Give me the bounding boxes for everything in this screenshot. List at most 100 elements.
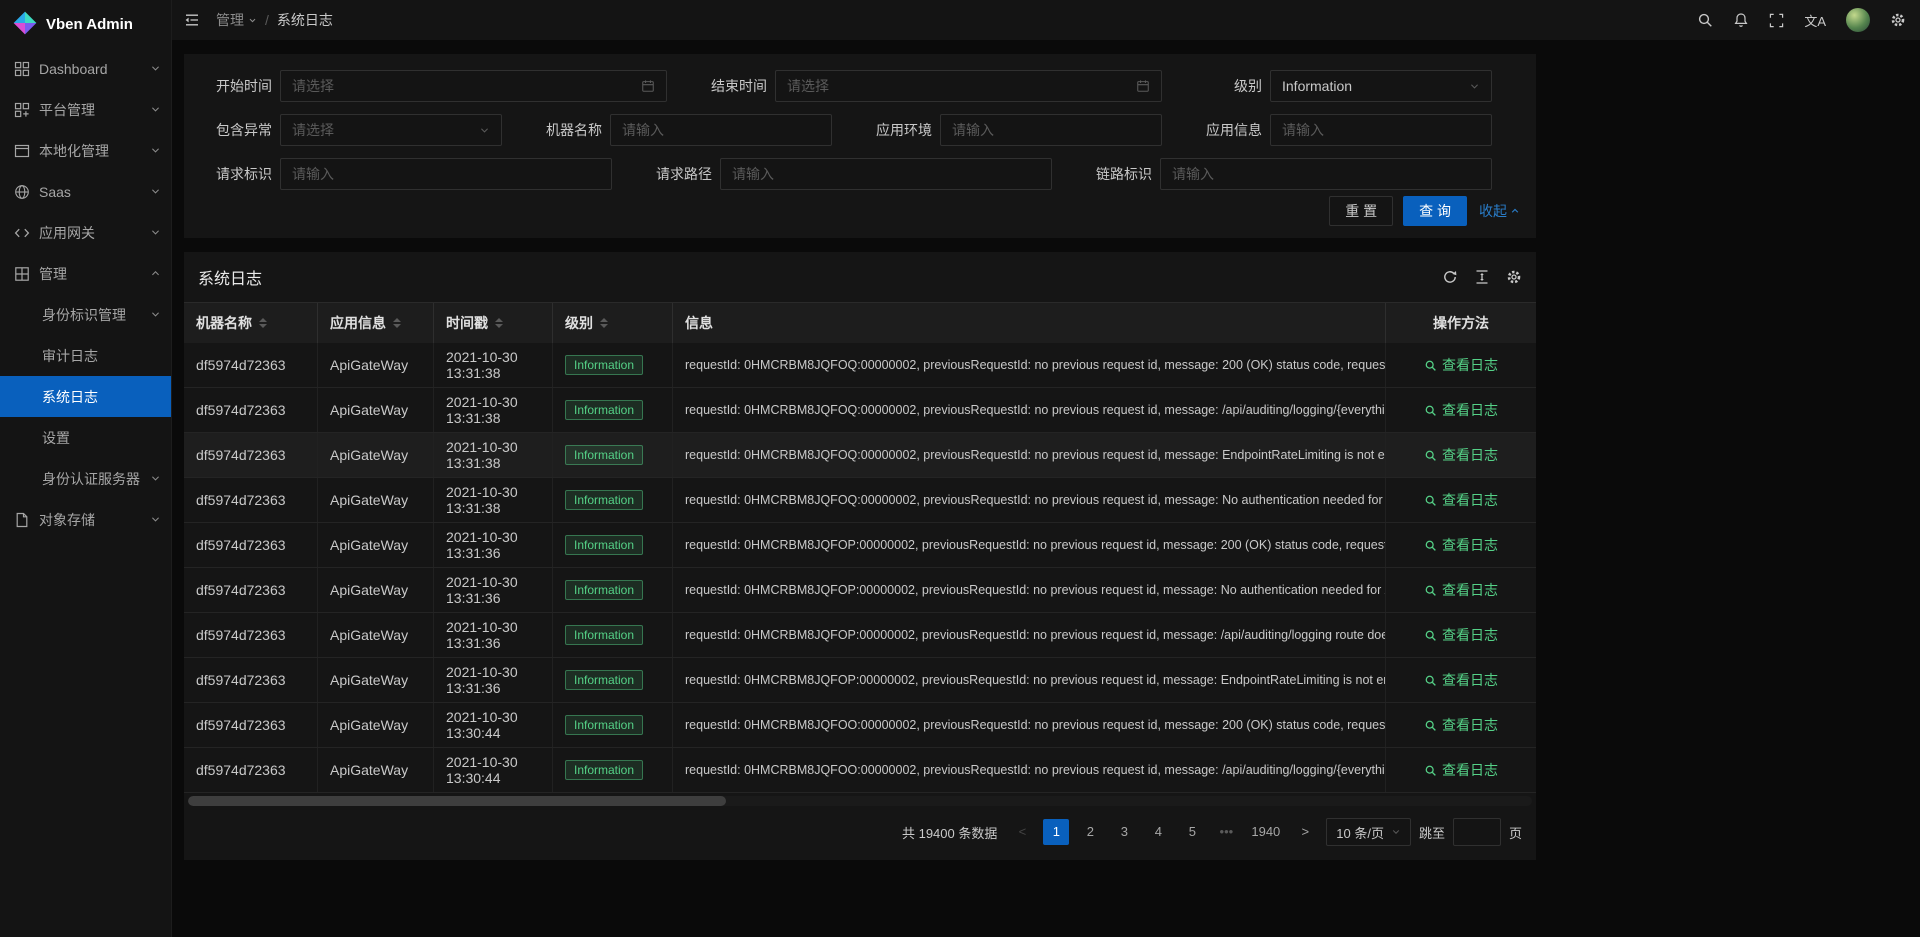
sidebar-item-label: 审计日志: [42, 346, 161, 366]
table-row: df5974d72363ApiGateWay2021-10-30 13:30:4…: [184, 703, 1536, 748]
app-info-input[interactable]: [1270, 114, 1492, 146]
view-log-link[interactable]: 查看日志: [1424, 715, 1498, 735]
collapse-link[interactable]: 收起: [1479, 201, 1520, 221]
query-button[interactable]: 查 询: [1403, 196, 1467, 226]
table-row: df5974d72363ApiGateWay2021-10-30 13:31:3…: [184, 478, 1536, 523]
view-log-link[interactable]: 查看日志: [1424, 760, 1498, 780]
column-header-machine[interactable]: 机器名称: [184, 303, 318, 343]
view-log-link[interactable]: 查看日志: [1424, 400, 1498, 420]
request-id-input[interactable]: [280, 158, 612, 190]
view-log-link[interactable]: 查看日志: [1424, 355, 1498, 375]
level-select[interactable]: Information: [1270, 70, 1492, 102]
sidebar: Vben Admin Dashboard平台管理本地化管理Saas应用网关管理身…: [0, 0, 172, 937]
cell-timestamp: 2021-10-30 13:31:38: [434, 433, 553, 477]
sidebar-item-localization[interactable]: 本地化管理: [0, 130, 171, 171]
filter-field-app-info: 应用信息: [1190, 114, 1520, 146]
scrollbar-thumb[interactable]: [188, 796, 726, 806]
cell-message: requestId: 0HMCRBM8JQFOP:00000002, previ…: [673, 568, 1386, 612]
calendar-icon: [641, 79, 655, 93]
view-log-link[interactable]: 查看日志: [1424, 670, 1498, 690]
page-button-4[interactable]: 4: [1145, 819, 1171, 845]
start-time-picker[interactable]: 请选择: [280, 70, 667, 102]
header-actions: 文A: [1697, 8, 1906, 32]
column-settings-gear-icon[interactable]: [1506, 269, 1522, 285]
menu-fold-icon[interactable]: [184, 12, 200, 28]
jump-page-input[interactable]: [1453, 818, 1501, 846]
pagination: 共 19400 条数据 < 12345 ••• 1940 > 10 条/页 跳至…: [184, 806, 1536, 850]
trace-id-input[interactable]: [1160, 158, 1492, 190]
cell-app-info: ApiGateWay: [318, 478, 434, 522]
search-icon[interactable]: [1697, 12, 1713, 28]
machine-name-input[interactable]: [610, 114, 832, 146]
level-badge: Information: [565, 715, 643, 735]
view-log-link[interactable]: 查看日志: [1424, 535, 1498, 555]
gear-icon[interactable]: [1890, 12, 1906, 28]
level-badge: Information: [565, 490, 643, 510]
cell-app-info: ApiGateWay: [318, 433, 434, 477]
cell-app-info: ApiGateWay: [318, 568, 434, 612]
sidebar-item-label: 身份认证服务器: [42, 469, 150, 489]
sidebar-item-object-storage[interactable]: 对象存储: [0, 499, 171, 540]
sidebar-item-platform[interactable]: 平台管理: [0, 89, 171, 130]
chevron-down-icon: [150, 186, 161, 197]
column-header-message: 信息: [673, 303, 1386, 343]
sidebar-item-audit-log[interactable]: 审计日志: [0, 335, 171, 376]
breadcrumb-section[interactable]: 管理: [216, 10, 257, 30]
cell-level: Information: [553, 523, 673, 567]
filter-field-level: 级别 Information: [1190, 70, 1520, 102]
sidebar-item-admin[interactable]: 管理: [0, 253, 171, 294]
level-badge: Information: [565, 400, 643, 420]
cell-actions: 查看日志: [1386, 343, 1536, 387]
table-row: df5974d72363ApiGateWay2021-10-30 13:31:3…: [184, 613, 1536, 658]
gateway-icon: [14, 225, 30, 241]
saas-icon: [14, 184, 30, 200]
filter-field-end-time: 结束时间 请选择: [695, 70, 1190, 102]
page-button-2[interactable]: 2: [1077, 819, 1103, 845]
sidebar-item-identity[interactable]: 身份标识管理: [0, 294, 171, 335]
app-logo[interactable]: Vben Admin: [0, 0, 171, 48]
chevron-down-icon: [150, 473, 161, 484]
cell-timestamp: 2021-10-30 13:30:44: [434, 748, 553, 792]
page-button-3[interactable]: 3: [1111, 819, 1137, 845]
sidebar-item-label: 系统日志: [42, 387, 161, 407]
notification-bell-icon[interactable]: [1733, 12, 1749, 28]
end-time-picker[interactable]: 请选择: [775, 70, 1162, 102]
sidebar-item-dashboard[interactable]: Dashboard: [0, 48, 171, 89]
reset-button[interactable]: 重 置: [1329, 196, 1393, 226]
avatar[interactable]: [1846, 8, 1870, 32]
page-button-1[interactable]: 1: [1043, 819, 1069, 845]
sidebar-item-auth-server[interactable]: 身份认证服务器: [0, 458, 171, 499]
page-button-last[interactable]: 1940: [1247, 819, 1284, 845]
app-env-input[interactable]: [940, 114, 1162, 146]
magnifier-icon: [1424, 359, 1437, 372]
chevron-up-icon: [1510, 206, 1520, 216]
logo-icon: [12, 10, 38, 39]
view-log-link[interactable]: 查看日志: [1424, 625, 1498, 645]
cell-app-info: ApiGateWay: [318, 523, 434, 567]
column-height-icon[interactable]: [1474, 269, 1490, 285]
exception-select[interactable]: 请选择: [280, 114, 502, 146]
request-path-input[interactable]: [720, 158, 1052, 190]
cell-actions: 查看日志: [1386, 568, 1536, 612]
column-header-timestamp[interactable]: 时间戳: [434, 303, 553, 343]
cell-timestamp: 2021-10-30 13:31:36: [434, 658, 553, 702]
column-header-app-info[interactable]: 应用信息: [318, 303, 434, 343]
translate-icon[interactable]: 文A: [1804, 11, 1826, 30]
page-size-select[interactable]: 10 条/页: [1326, 818, 1411, 846]
sidebar-item-settings[interactable]: 设置: [0, 417, 171, 458]
next-page-button[interactable]: >: [1292, 819, 1318, 845]
cell-timestamp: 2021-10-30 13:30:44: [434, 703, 553, 747]
column-header-level[interactable]: 级别: [553, 303, 673, 343]
sidebar-item-gateway[interactable]: 应用网关: [0, 212, 171, 253]
prev-page-button[interactable]: <: [1009, 819, 1035, 845]
view-log-link[interactable]: 查看日志: [1424, 490, 1498, 510]
fullscreen-icon[interactable]: [1769, 13, 1784, 28]
sidebar-item-system-log[interactable]: 系统日志: [0, 376, 171, 417]
page-button-5[interactable]: 5: [1179, 819, 1205, 845]
level-label: 级别: [1190, 76, 1262, 96]
sidebar-item-saas[interactable]: Saas: [0, 171, 171, 212]
view-log-link[interactable]: 查看日志: [1424, 445, 1498, 465]
view-log-link[interactable]: 查看日志: [1424, 580, 1498, 600]
refresh-icon[interactable]: [1442, 269, 1458, 285]
magnifier-icon: [1424, 719, 1437, 732]
